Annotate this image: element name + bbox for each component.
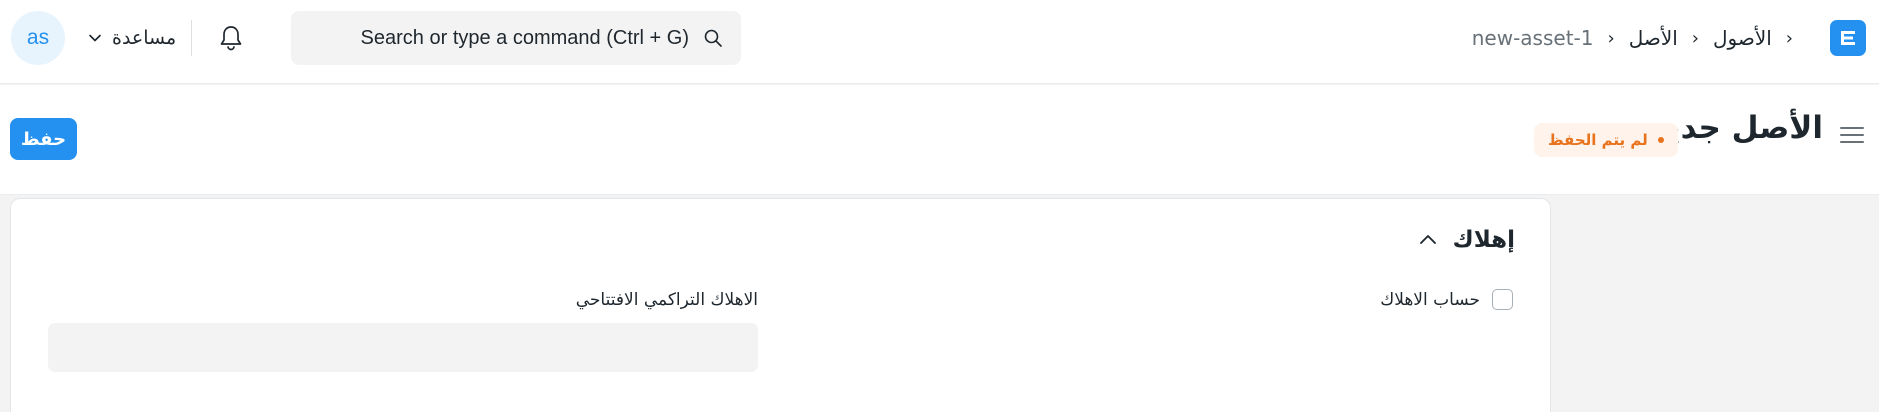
calculate-depreciation-row: حساب الاهلاك	[1380, 289, 1513, 310]
breadcrumb-separator-icon: ›	[1785, 27, 1793, 49]
save-button[interactable]: حفظ	[10, 118, 77, 160]
erpnext-logo-icon	[1841, 31, 1855, 45]
opening-accumulated-depreciation-label: الاهلاك التراكمي الافتتاحي	[575, 290, 758, 310]
status-label: لم يتم الحفظ	[1548, 131, 1648, 149]
navbar: › الأصول › الأصل › new-asset-1 Search or…	[0, 0, 1879, 84]
search-input[interactable]: Search or type a command (Ctrl + G)	[361, 27, 689, 50]
breadcrumb-assets[interactable]: الأصول	[1713, 26, 1772, 50]
calculate-depreciation-checkbox[interactable]	[1492, 289, 1513, 310]
form-section-card: إهلاك حساب الاهلاك الاهلاك التراكمي الاف…	[10, 198, 1551, 412]
search-icon	[704, 29, 722, 47]
help-dropdown[interactable]: مساعدة	[88, 0, 176, 76]
status-badge: لم يتم الحفظ	[1534, 123, 1678, 157]
avatar[interactable]: as	[11, 11, 65, 65]
breadcrumb-asset[interactable]: الأصل	[1629, 26, 1678, 50]
chevron-up-icon[interactable]	[1417, 229, 1439, 251]
help-label: مساعدة	[112, 27, 177, 49]
checkbox-label: حساب الاهلاك	[1380, 289, 1480, 310]
chevron-down-icon	[89, 34, 101, 42]
bell-icon[interactable]	[215, 22, 247, 54]
menu-icon[interactable]	[1839, 124, 1865, 146]
breadcrumb-separator-icon: ›	[1691, 27, 1699, 49]
breadcrumb-current[interactable]: new-asset-1	[1472, 26, 1594, 50]
opening-accumulated-depreciation-input[interactable]	[48, 323, 758, 372]
navbar-divider	[191, 20, 192, 56]
page-head: الأصل جديد لم يتم الحفظ حفظ	[0, 85, 1879, 195]
breadcrumb: › الأصول › الأصل › new-asset-1	[1472, 0, 1793, 76]
breadcrumb-separator-icon: ›	[1607, 27, 1615, 49]
app-logo[interactable]	[1830, 20, 1866, 56]
section-header-depreciation[interactable]: إهلاك	[1417, 227, 1515, 253]
search-bar[interactable]: Search or type a command (Ctrl + G)	[291, 11, 741, 65]
section-title: إهلاك	[1452, 227, 1515, 253]
status-dot-icon	[1657, 137, 1664, 143]
